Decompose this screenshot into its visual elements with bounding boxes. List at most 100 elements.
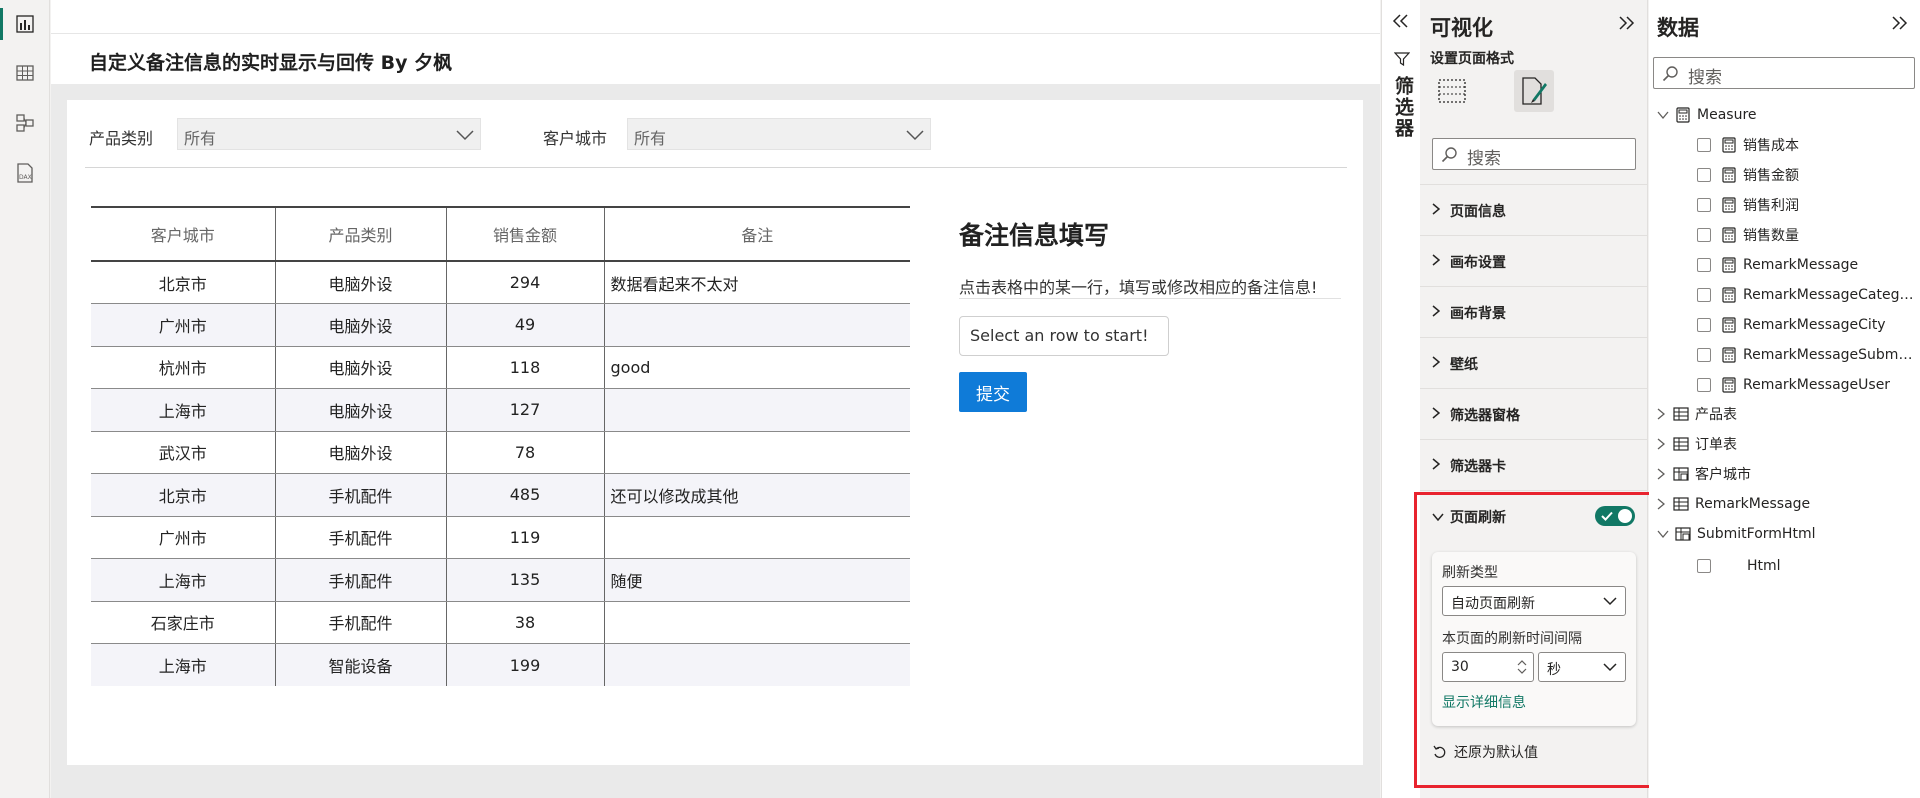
calculated-table-icon: [1675, 527, 1691, 541]
cell-city: 广州市: [91, 303, 276, 347]
tree-table-remarkmessage[interactable]: RemarkMessage: [1657, 490, 1810, 518]
field-checkbox[interactable]: [1697, 559, 1711, 573]
expand-pane-icon[interactable]: [1392, 14, 1410, 28]
filter-pane-label: 筛选器: [1392, 76, 1414, 139]
field-checkbox[interactable]: [1697, 138, 1711, 152]
table-view-icon[interactable]: [10, 58, 40, 88]
cell-category: 电脑外设: [275, 303, 447, 347]
svg-text:DAX: DAX: [19, 174, 32, 181]
field-checkbox[interactable]: [1697, 348, 1711, 362]
tree-measure-item[interactable]: 销售利润: [1697, 191, 1915, 219]
table-row[interactable]: 广州市 手机配件 119: [91, 516, 910, 559]
tree-measure-item[interactable]: 销售成本: [1697, 131, 1915, 159]
powerbi-window: DAX 自定义备注信息的实时显示与回传 By 夕枫 产品类别 所有 客户城市 所…: [0, 0, 1920, 798]
collapse-pane-icon[interactable]: [1617, 16, 1635, 30]
chevron-right-icon: [1432, 203, 1440, 215]
calculator-icon: [1722, 287, 1736, 303]
field-checkbox[interactable]: [1697, 198, 1711, 212]
filter-icon: [1394, 52, 1410, 66]
field-checkbox[interactable]: [1697, 228, 1711, 242]
table-row[interactable]: 北京市 手机配件 485 还可以修改成其他: [91, 473, 910, 517]
field-checkbox[interactable]: [1697, 288, 1711, 302]
tree-label: RemarkMessageCity: [1743, 317, 1886, 333]
tree-table-product[interactable]: 产品表: [1657, 400, 1737, 428]
cell-city: 杭州市: [91, 346, 276, 389]
cell-amount: 118: [446, 346, 605, 389]
slicer-city-value: 所有: [634, 129, 667, 148]
tree-table-order[interactable]: 订单表: [1657, 430, 1737, 458]
data-pane-title: 数据: [1657, 16, 1699, 40]
format-page-tab[interactable]: [1514, 70, 1554, 112]
field-checkbox[interactable]: [1697, 168, 1711, 182]
remark-form-title: 备注信息填写: [959, 221, 1110, 250]
tree-measure-item[interactable]: RemarkMessageCategory: [1697, 281, 1915, 309]
cell-amount: 49: [446, 303, 605, 347]
collapse-data-pane-icon[interactable]: [1890, 16, 1908, 30]
chevron-right-icon: [1657, 408, 1665, 420]
field-checkbox[interactable]: [1697, 258, 1711, 272]
section-filter-pane[interactable]: 筛选器窗格: [1420, 388, 1648, 439]
table-row[interactable]: 上海市 手机配件 135 随便: [91, 558, 910, 602]
chevron-right-icon: [1657, 468, 1665, 480]
tree-table-measure[interactable]: Measure: [1657, 101, 1757, 129]
section-wallpaper[interactable]: 壁纸: [1420, 337, 1648, 388]
data-search-box[interactable]: 搜索: [1653, 57, 1915, 89]
table-row[interactable]: 武汉市 电脑外设 78: [91, 431, 910, 474]
remark-input[interactable]: Select an row to start!: [959, 316, 1169, 356]
report-view-icon[interactable]: [10, 9, 40, 39]
table-row[interactable]: 北京市 电脑外设 294 数据看起来不太对: [91, 261, 910, 304]
model-view-icon[interactable]: [10, 108, 40, 138]
calculator-icon: [1722, 227, 1736, 243]
section-page-info[interactable]: 页面信息: [1420, 184, 1648, 235]
tree-field-html[interactable]: Html: [1697, 552, 1781, 580]
cell-category: 电脑外设: [275, 346, 447, 389]
table-row[interactable]: 杭州市 电脑外设 118 good: [91, 346, 910, 389]
slicer-city-dropdown[interactable]: 所有: [627, 118, 931, 150]
field-checkbox[interactable]: [1697, 378, 1711, 392]
header-city[interactable]: 客户城市: [91, 206, 276, 262]
section-label: 画布背景: [1450, 306, 1506, 322]
table-row[interactable]: 上海市 电脑外设 127: [91, 388, 910, 432]
section-canvas-settings[interactable]: 画布设置: [1420, 235, 1648, 286]
tree-label: 销售金额: [1743, 168, 1799, 184]
slicer-category-dropdown[interactable]: 所有: [177, 118, 481, 150]
header-note[interactable]: 备注: [604, 206, 910, 262]
cell-city: 北京市: [91, 473, 276, 517]
tree-measure-item[interactable]: 销售数量: [1697, 221, 1915, 249]
cell-note: 随便: [604, 558, 910, 602]
submit-button[interactable]: 提交: [959, 372, 1027, 412]
grid-icon: [1438, 79, 1466, 103]
section-filter-cards[interactable]: 筛选器卡: [1420, 439, 1648, 490]
dax-query-view-icon[interactable]: DAX: [10, 158, 40, 188]
cell-city: 上海市: [91, 388, 276, 432]
cell-amount: 485: [446, 473, 605, 517]
tree-label: SubmitFormHtml: [1697, 526, 1816, 542]
tree-label: 订单表: [1695, 437, 1737, 453]
calculator-icon: [1722, 347, 1736, 363]
section-canvas-background[interactable]: 画布背景: [1420, 286, 1648, 337]
tree-measure-item[interactable]: RemarkMessageUser: [1697, 371, 1915, 399]
report-canvas: 自定义备注信息的实时显示与回传 By 夕枫 产品类别 所有 客户城市 所有 客户…: [51, 0, 1380, 798]
table-header-row: 客户城市 产品类别 销售金额 备注: [91, 206, 910, 262]
tree-table-customer-city[interactable]: 客户城市: [1657, 460, 1751, 488]
field-checkbox[interactable]: [1697, 318, 1711, 332]
tree-table-submitformhtml[interactable]: SubmitFormHtml: [1657, 520, 1815, 548]
tree-measure-item[interactable]: 销售金额: [1697, 161, 1915, 189]
header-amount[interactable]: 销售金额: [446, 206, 605, 262]
header-category[interactable]: 产品类别: [275, 206, 447, 262]
table-row[interactable]: 上海市 智能设备 199: [91, 643, 910, 686]
tree-measure-item[interactable]: RemarkMessage: [1697, 251, 1915, 279]
table-icon: [1673, 407, 1689, 421]
viz-search-box[interactable]: 搜索: [1432, 138, 1636, 170]
calculator-icon: [1722, 137, 1736, 153]
cell-category: 电脑外设: [275, 431, 447, 474]
cell-category: 手机配件: [275, 473, 447, 517]
table-row[interactable]: 广州市 电脑外设 49: [91, 303, 910, 347]
tree-measure-item[interactable]: RemarkMessageSubmit...: [1697, 341, 1915, 369]
build-visual-tab[interactable]: [1432, 70, 1472, 112]
sales-table: 客户城市 产品类别 销售金额 备注 北京市 电脑外设 294 数据看起来不太对 广州市…: [91, 206, 910, 686]
table-row[interactable]: 石家庄市 手机配件 38: [91, 601, 910, 644]
chevron-right-icon: [1432, 458, 1440, 470]
tree-measure-item[interactable]: RemarkMessageCity: [1697, 311, 1915, 339]
chevron-right-icon: [1657, 438, 1665, 450]
